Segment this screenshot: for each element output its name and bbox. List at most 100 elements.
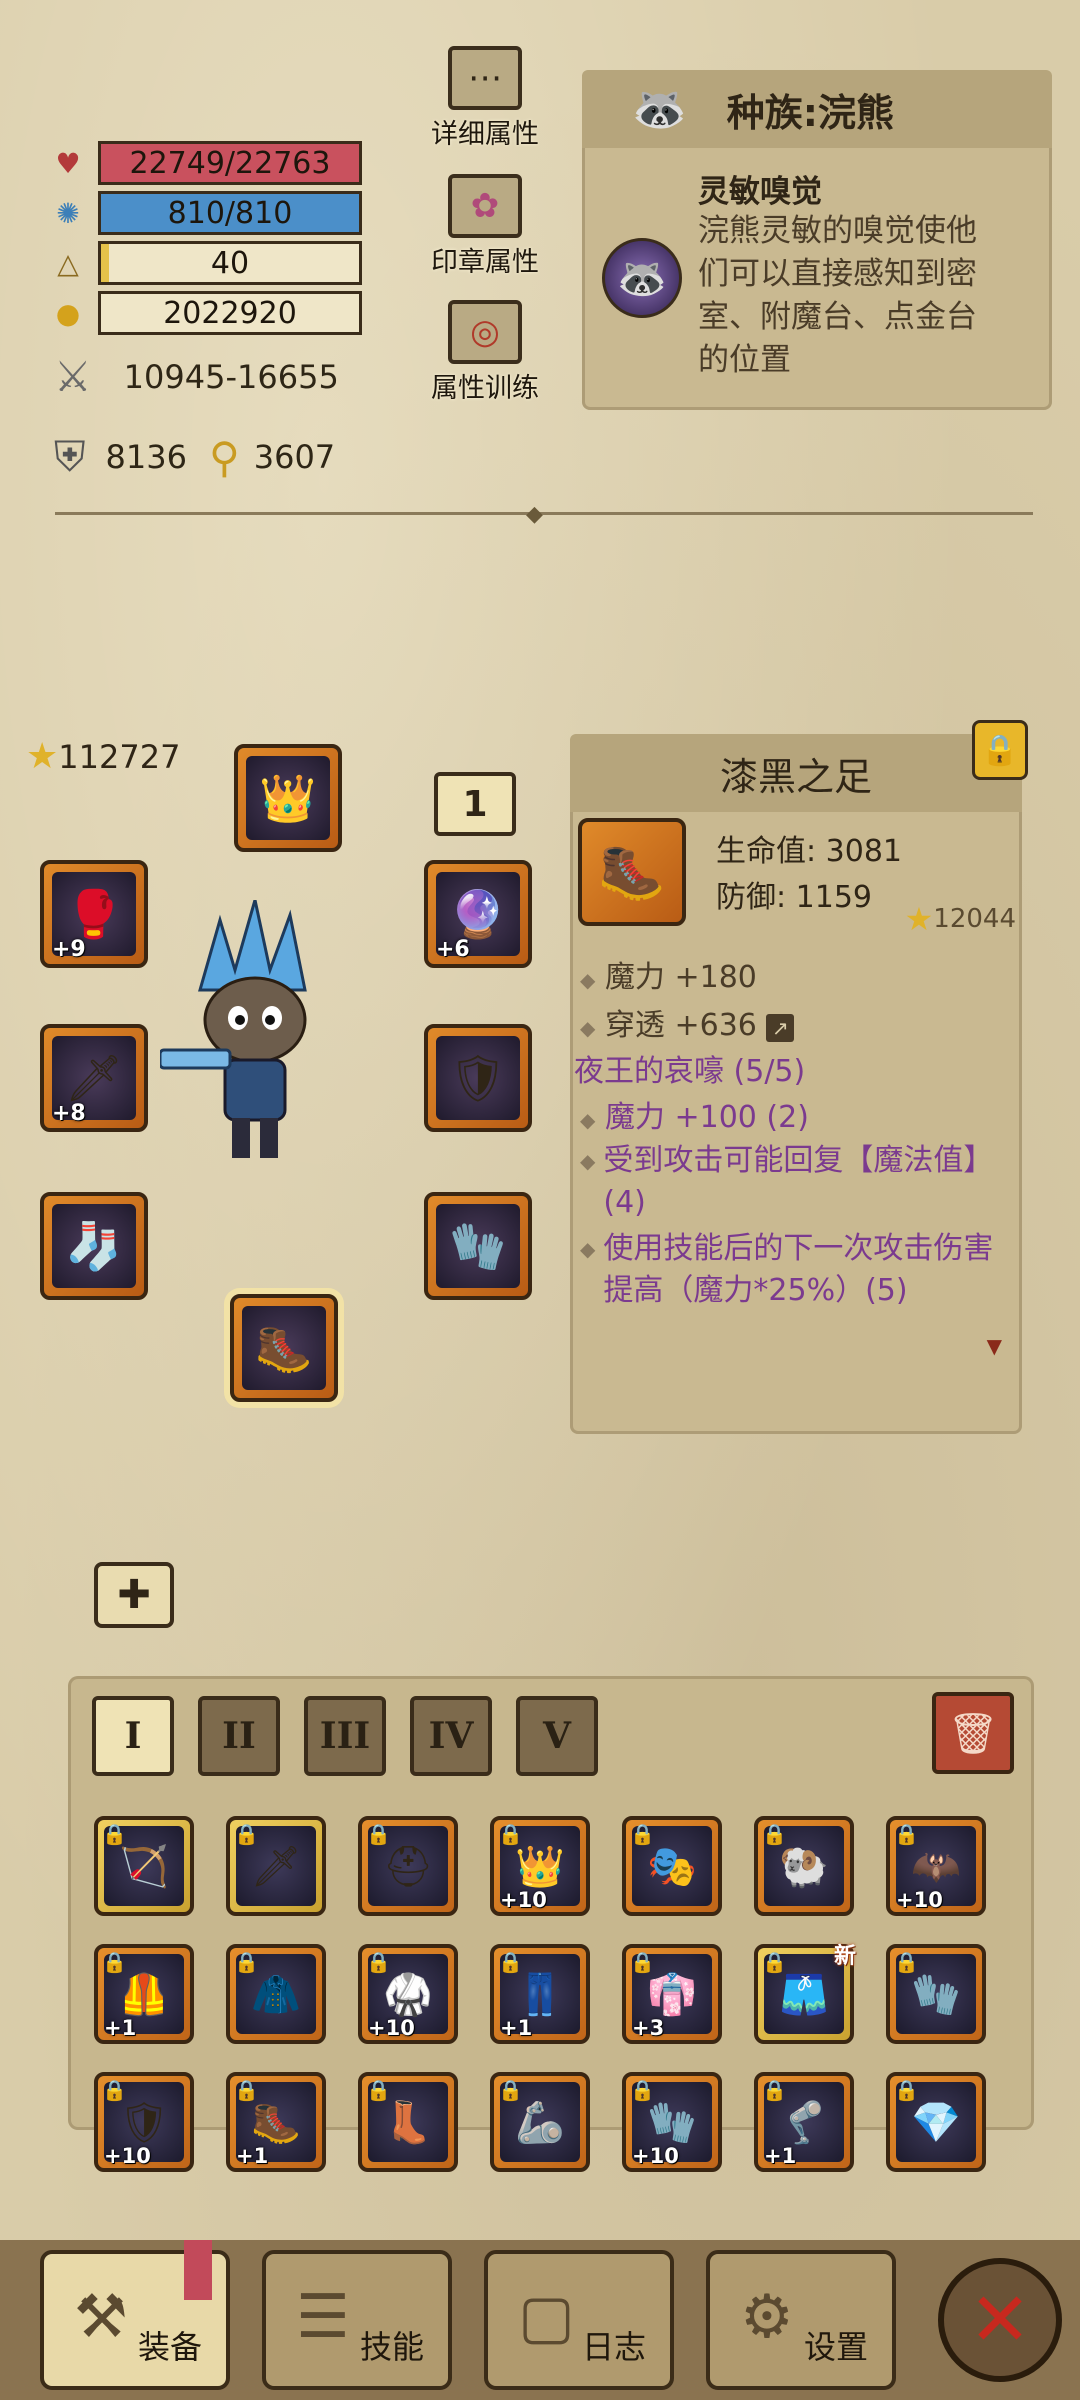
star-icon: ★ — [26, 736, 59, 777]
inventory-item[interactable]: 👑 🔒 +10 — [490, 1816, 590, 1916]
set-bonus-2-text: 受到攻击可能回复【魔法值】(4) — [603, 1143, 994, 1220]
lock-icon: 🔒 — [630, 1822, 655, 1846]
mana-bar: 810/810 — [98, 191, 362, 235]
set-bonus-3: ◆ 使用技能后的下一次攻击伤害提高（魔力*25%）(5) — [580, 1228, 1000, 1312]
heart-icon: ♥ — [55, 146, 81, 180]
inventory-item[interactable]: 🥾 🔒 +1 — [226, 2072, 326, 2172]
set-name: 夜王的哀嚎 (5/5) — [574, 1054, 806, 1089]
lock-icon: 🔒 — [762, 2078, 787, 2102]
inventory-item[interactable]: 🧥 🔒 — [226, 1944, 326, 2044]
flower-icon: ✿ — [448, 174, 522, 238]
swords-icon: ⚔ — [54, 352, 92, 401]
enhance-level: +10 — [104, 2144, 151, 2168]
skills-icon: ☰ — [296, 2282, 350, 2352]
item-detail-panel: 漆黑之足 🔒 🥾 生命值: 3081 防御: 1159 ★ 12044 ◆ 魔力… — [570, 720, 1028, 1434]
close-icon: ✕ — [968, 2277, 1031, 2363]
equipment-slot-gloves[interactable]: 🧤 — [424, 1192, 532, 1300]
mana-row: ✺ 810/810 — [50, 190, 362, 236]
enhance-level: +1 — [236, 2144, 269, 2168]
inventory-item[interactable]: 🦇 🔒 +10 — [886, 1816, 986, 1916]
nav-equipment[interactable]: ⚒ 装备 — [40, 2240, 230, 2390]
raccoon-icon: 🦝 — [632, 84, 687, 135]
bookmark-icon — [184, 2240, 212, 2300]
trash-button[interactable]: 🗑 — [932, 1692, 1014, 1774]
equipment-slot-helmet[interactable]: 👑 — [234, 744, 342, 852]
skill-name: 灵敏嗅觉 — [698, 174, 822, 210]
inventory-tab-2[interactable]: II — [198, 1696, 280, 1776]
enhance-level: +10 — [632, 2144, 679, 2168]
inventory-tab-3[interactable]: III — [304, 1696, 386, 1776]
inventory-item[interactable]: 🏹 🔒 — [94, 1816, 194, 1916]
hp-bar: 22749/22763 — [98, 141, 362, 185]
set-bonus-2: ◆ 受到攻击可能回复【魔法值】(4) — [580, 1140, 1000, 1224]
smell-skill-icon[interactable]: 🦝 — [602, 238, 682, 318]
equipment-slot-feet[interactable]: 🥾 — [230, 1294, 338, 1402]
lock-icon: 🔒 — [498, 1950, 523, 1974]
lock-icon: 🔒 — [234, 1950, 259, 1974]
enhance-level: +1 — [764, 2144, 797, 2168]
divider-ornament: ◆ — [526, 502, 543, 527]
inventory-item[interactable]: 🧤 🔒 +10 — [622, 2072, 722, 2172]
inventory-item[interactable]: 👘 🔒 +3 — [622, 1944, 722, 2044]
level-icon: △ — [57, 246, 79, 280]
lock-icon: 🔒 — [102, 1950, 127, 1974]
detail-attributes-button[interactable]: ⋯ 详细属性 — [410, 46, 560, 151]
inventory-tab-5[interactable]: V — [516, 1696, 598, 1776]
lock-icon: 🔒 — [234, 2078, 259, 2102]
inventory-item[interactable]: 🦿 🔒 +1 — [754, 2072, 854, 2172]
inventory-item[interactable]: 👖 🔒 +1 — [490, 1944, 590, 2044]
equipment-slot-boots-left[interactable]: 🧦 — [40, 1192, 148, 1300]
enhance-level: +6 — [436, 937, 470, 962]
equipment-slot-shield[interactable]: 🗡 +8 — [40, 1024, 148, 1132]
nav-skills[interactable]: ☰ 技能 — [262, 2250, 452, 2390]
nav-log[interactable]: ▢ 日志 — [484, 2250, 674, 2390]
level-row: △ 40 — [50, 240, 362, 286]
equipment-power: ★ 112727 — [26, 736, 180, 777]
coin-icon: ● — [55, 296, 81, 330]
item-score: ★ 12044 — [905, 900, 1016, 938]
equipment-set-button[interactable]: 1 — [434, 772, 516, 836]
enhance-level: +9 — [52, 937, 86, 962]
inventory-item[interactable]: 🐏 🔒 — [754, 1816, 854, 1916]
inventory-item[interactable]: 💎 🔒 — [886, 2072, 986, 2172]
inventory-item[interactable]: 🩳 🔒 新 — [754, 1944, 856, 2044]
inventory-item[interactable]: 🎭 🔒 — [622, 1816, 722, 1916]
equipment-slot-weapon-left[interactable]: 🥊 +9 — [40, 860, 148, 968]
lock-icon[interactable]: 🔒 — [972, 720, 1028, 780]
target-icon: ◎ — [448, 300, 522, 364]
inventory-item[interactable]: 🥋 🔒 +10 — [358, 1944, 458, 2044]
enhance-level: +1 — [500, 2016, 533, 2040]
attribute-training-button[interactable]: ◎ 属性训练 — [410, 300, 560, 405]
inventory-tab-1[interactable]: I — [92, 1696, 174, 1776]
nav-log-label: 日志 — [581, 2328, 646, 2366]
lock-icon: 🔒 — [630, 1950, 655, 1974]
star-icon: ★ — [904, 900, 934, 938]
level-bar: 40 — [98, 241, 362, 285]
expand-button[interactable]: ✚ — [94, 1562, 174, 1628]
hero-character — [158, 899, 350, 1170]
scroll-down-icon[interactable]: ▼ — [987, 1334, 1002, 1358]
inventory-item[interactable]: 👢 🔒 — [358, 2072, 458, 2172]
inventory-tab-4[interactable]: IV — [410, 1696, 492, 1776]
inventory-item[interactable]: 🧤 🔒 — [886, 1944, 986, 2044]
detail-attributes-label: 详细属性 — [431, 119, 539, 150]
lock-icon: 🔒 — [366, 2078, 391, 2102]
inventory-item[interactable]: 🗡 🔒 — [226, 1816, 326, 1916]
item-attribute-2: ◆ 穿透 +636 ↗ — [580, 1000, 795, 1044]
inventory-item[interactable]: ⛑ 🔒 — [358, 1816, 458, 1916]
mana-icon: ✺ — [56, 196, 80, 230]
nav-settings[interactable]: ⚙ 设置 — [706, 2250, 896, 2390]
inventory-item[interactable]: 🦾 🔒 — [490, 2072, 590, 2172]
equipment-slot-amulet[interactable]: 🔮 +6 — [424, 860, 532, 968]
arrow-icon[interactable]: ↗ — [766, 1014, 795, 1042]
dots-icon: ⋯ — [448, 46, 522, 110]
close-button[interactable]: ✕ — [938, 2258, 1062, 2382]
equipment-slot-armor[interactable]: 🛡 — [424, 1024, 532, 1132]
enhance-level: +3 — [632, 2016, 665, 2040]
attribute-training-label: 属性训练 — [431, 373, 539, 404]
inventory-item[interactable]: 🛡 🔒 +10 — [94, 2072, 194, 2172]
attack-stat: ⚔ 10945-16655 — [54, 352, 339, 401]
seal-attributes-button[interactable]: ✿ 印章属性 — [410, 174, 560, 279]
inventory-item[interactable]: 🦺 🔒 +1 — [94, 1944, 194, 2044]
book-icon: ▢ — [518, 2282, 575, 2352]
